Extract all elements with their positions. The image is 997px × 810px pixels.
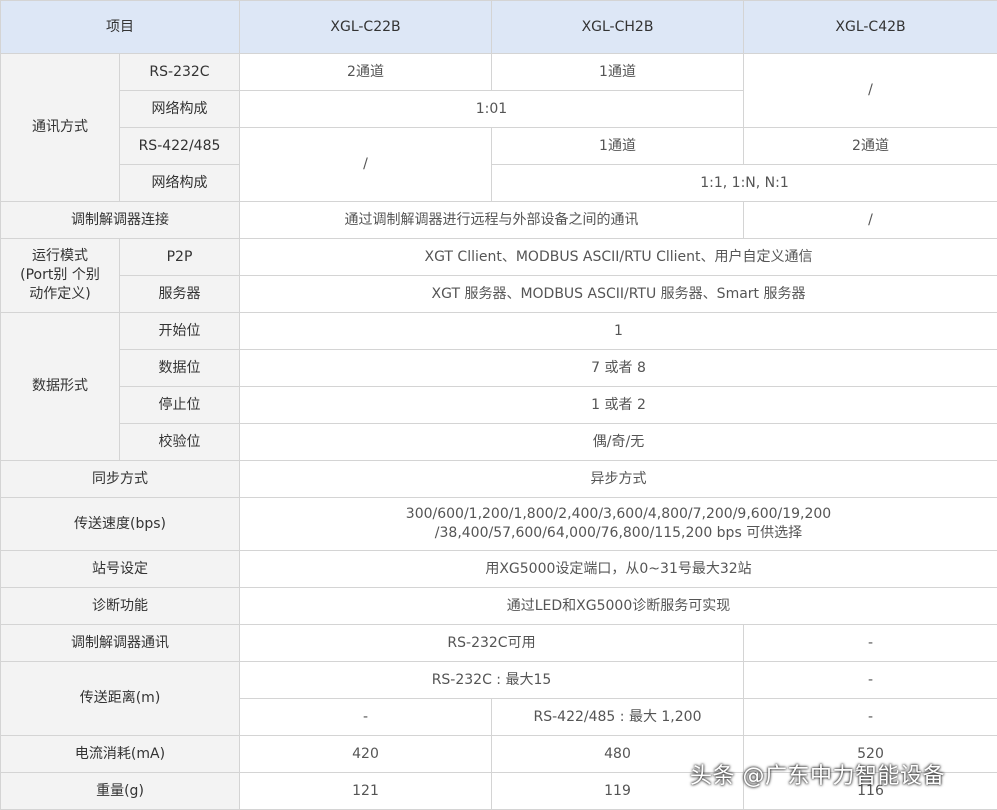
distance-rs422-c42b-value: - <box>744 699 997 736</box>
table-row: 站号设定 用XG5000设定端口，从0~31号最大32站 <box>1 551 997 588</box>
rs422-c22b-value: / <box>240 128 492 202</box>
table-row: 数据位 7 或者 8 <box>1 350 997 387</box>
modem-comm-value: RS-232C可用 <box>240 625 744 662</box>
distance-c22b-value: - <box>240 699 492 736</box>
network-422-value: 1:1, 1:N, N:1 <box>492 165 997 202</box>
table-row: 数据形式 开始位 1 <box>1 313 997 350</box>
header-item: 项目 <box>1 1 240 54</box>
speed-value: 300/600/1,200/1,800/2,400/3,600/4,800/7,… <box>240 498 997 551</box>
table-row: 传送距离(m) RS-232C : 最大15 - <box>1 662 997 699</box>
rs422-ch2b-value: 1通道 <box>492 128 744 165</box>
distance-rs422-value: RS-422/485 : 最大 1,200 <box>492 699 744 736</box>
comm-method-label: 通讯方式 <box>1 54 120 202</box>
run-mode-label-line1: 运行模式 <box>1 247 119 266</box>
distance-rs232-c42b-value: - <box>744 662 997 699</box>
distance-label: 传送距离(m) <box>1 662 240 736</box>
table-row: 校验位 偶/奇/无 <box>1 424 997 461</box>
p2p-label: P2P <box>120 239 240 276</box>
stop-bit-value: 1 或者 2 <box>240 387 997 424</box>
run-mode-label-line3: 动作定义) <box>1 285 119 304</box>
start-bit-label: 开始位 <box>120 313 240 350</box>
spec-table: 项目 XGL-C22B XGL-CH2B XGL-C42B 通讯方式 RS-23… <box>0 0 997 810</box>
table-row: RS-422/485 / 1通道 2通道 <box>1 128 997 165</box>
data-format-label: 数据形式 <box>1 313 120 461</box>
start-bit-value: 1 <box>240 313 997 350</box>
diag-label: 诊断功能 <box>1 588 240 625</box>
table-row: 停止位 1 或者 2 <box>1 387 997 424</box>
p2p-value: XGT Cllient、MODBUS ASCII/RTU Cllient、用户自… <box>240 239 997 276</box>
table-row: 同步方式 异步方式 <box>1 461 997 498</box>
table-row: 通讯方式 RS-232C 2通道 1通道 / <box>1 54 997 91</box>
rs232-label: RS-232C <box>120 54 240 91</box>
rs422-label: RS-422/485 <box>120 128 240 165</box>
stop-bit-label: 停止位 <box>120 387 240 424</box>
network-232-value: 1:01 <box>240 91 744 128</box>
speed-value-line1: 300/600/1,200/1,800/2,400/3,600/4,800/7,… <box>240 505 997 524</box>
data-bit-value: 7 或者 8 <box>240 350 997 387</box>
table-row: 调制解调器通讯 RS-232C可用 - <box>1 625 997 662</box>
parity-label: 校验位 <box>120 424 240 461</box>
current-label: 电流消耗(mA) <box>1 736 240 773</box>
watermark-text: 头条 @广东中力智能设备 <box>690 758 945 790</box>
modem-comm-c42b-value: - <box>744 625 997 662</box>
rs422-c42b-value: 2通道 <box>744 128 997 165</box>
rs232-c22b-value: 2通道 <box>240 54 492 91</box>
modem-connect-c42b-value: / <box>744 202 997 239</box>
speed-value-line2: /38,400/57,600/64,000/76,800/115,200 bps… <box>240 524 997 543</box>
parity-value: 偶/奇/无 <box>240 424 997 461</box>
distance-rs232-value: RS-232C : 最大15 <box>240 662 744 699</box>
table-row: 传送速度(bps) 300/600/1,200/1,800/2,400/3,60… <box>1 498 997 551</box>
weight-c22b-value: 121 <box>240 773 492 810</box>
network-label-232: 网络构成 <box>120 91 240 128</box>
station-value: 用XG5000设定端口，从0~31号最大32站 <box>240 551 997 588</box>
modem-comm-label: 调制解调器通讯 <box>1 625 240 662</box>
modem-connect-label: 调制解调器连接 <box>1 202 240 239</box>
header-model-c42b: XGL-C42B <box>744 1 997 54</box>
server-label: 服务器 <box>120 276 240 313</box>
table-row: 调制解调器连接 通过调制解调器进行远程与外部设备之间的通讯 / <box>1 202 997 239</box>
current-c22b-value: 420 <box>240 736 492 773</box>
header-model-c22b: XGL-C22B <box>240 1 492 54</box>
table-row: 网络构成 1:1, 1:N, N:1 <box>1 165 997 202</box>
speed-label: 传送速度(bps) <box>1 498 240 551</box>
run-mode-label: 运行模式 (Port别 个别 动作定义) <box>1 239 120 313</box>
table-row: 诊断功能 通过LED和XG5000诊断服务可实现 <box>1 588 997 625</box>
sync-value: 异步方式 <box>240 461 997 498</box>
run-mode-label-line2: (Port别 个别 <box>1 266 119 285</box>
server-value: XGT 服务器、MODBUS ASCII/RTU 服务器、Smart 服务器 <box>240 276 997 313</box>
diag-value: 通过LED和XG5000诊断服务可实现 <box>240 588 997 625</box>
rs232-c42b-value: / <box>744 54 997 128</box>
data-bit-label: 数据位 <box>120 350 240 387</box>
station-label: 站号设定 <box>1 551 240 588</box>
sync-label: 同步方式 <box>1 461 240 498</box>
network-label-422: 网络构成 <box>120 165 240 202</box>
header-row: 项目 XGL-C22B XGL-CH2B XGL-C42B <box>1 1 997 54</box>
rs232-ch2b-value: 1通道 <box>492 54 744 91</box>
weight-label: 重量(g) <box>1 773 240 810</box>
header-model-ch2b: XGL-CH2B <box>492 1 744 54</box>
table-row: 服务器 XGT 服务器、MODBUS ASCII/RTU 服务器、Smart 服… <box>1 276 997 313</box>
modem-connect-value: 通过调制解调器进行远程与外部设备之间的通讯 <box>240 202 744 239</box>
table-row: 运行模式 (Port别 个别 动作定义) P2P XGT Cllient、MOD… <box>1 239 997 276</box>
